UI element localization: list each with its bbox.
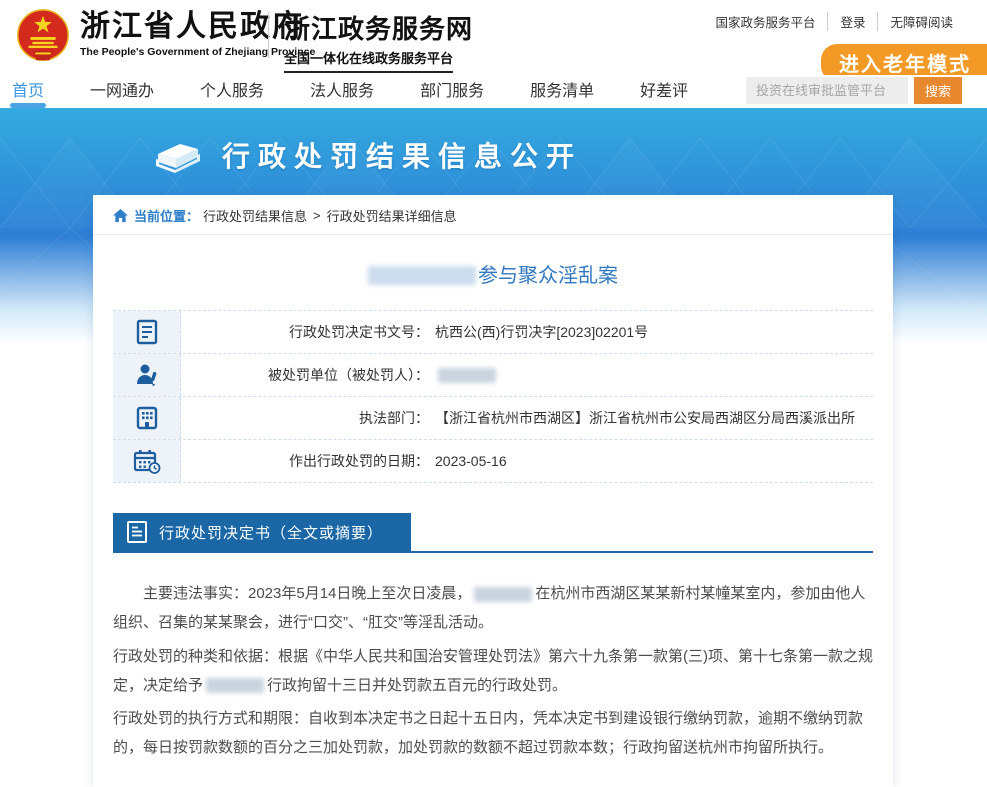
- breadcrumb-separator: >: [313, 208, 321, 223]
- nav-search: 搜索: [746, 77, 962, 104]
- header-top-links: 国家政务服务平台 登录 无障碍阅读: [703, 12, 965, 31]
- nav-item-personal[interactable]: 个人服务: [200, 77, 264, 106]
- link-login[interactable]: 登录: [827, 12, 877, 31]
- nav-item-service-list[interactable]: 服务清单: [530, 77, 594, 106]
- redacted-name: [368, 266, 476, 285]
- decision-section-header: 行政处罚决定书（全文或摘要）: [113, 513, 873, 553]
- breadcrumb: 当前位置： 行政处罚结果信息 > 行政处罚结果详细信息: [93, 195, 893, 235]
- redacted-text: [206, 678, 265, 694]
- redacted-value: [438, 367, 496, 383]
- nav-item-rating[interactable]: 好差评: [640, 77, 688, 106]
- table-row: 作出行政处罚的日期： 2023-05-16: [113, 440, 873, 483]
- portal-title-block: 浙江政务服务网 全国一体化在线政务服务平台: [284, 9, 473, 73]
- redacted-text: [474, 586, 533, 602]
- link-accessibility[interactable]: 无障碍阅读: [877, 12, 965, 31]
- field-value: 【浙江省杭州市西湖区】浙江省杭州市公安局西湖区分局西溪派出所: [435, 410, 855, 426]
- field-value: [429, 354, 499, 396]
- field-label: 行政处罚决定书文号：: [289, 324, 429, 340]
- nav-item-legal-person[interactable]: 法人服务: [310, 77, 374, 106]
- document-icon: [136, 319, 157, 345]
- search-input[interactable]: [746, 77, 908, 104]
- site-subtitle-en: The People's Government of Zhejiang Prov…: [80, 46, 316, 58]
- table-row: 被处罚单位（被处罚人）：: [113, 354, 873, 397]
- header-divider: [268, 12, 269, 58]
- field-label: 被处罚单位（被处罚人）：: [268, 367, 429, 383]
- nav-item-home[interactable]: 首页: [9, 77, 47, 108]
- home-icon: [113, 208, 128, 222]
- content-card: 当前位置： 行政处罚结果信息 > 行政处罚结果详细信息 参与聚众淫乱案 行政处罚…: [93, 195, 893, 787]
- decision-paragraph: 主要违法事实：2023年5月14日晚上至次日凌晨， 在杭州市西湖区某某新村某幢某室…: [113, 585, 866, 632]
- calendar-clock-icon: [133, 450, 160, 474]
- main-nav: 首页 一网通办 个人服务 法人服务 部门服务 服务清单 好差评 搜索: [0, 75, 987, 108]
- banner: 行政处罚结果信息公开: [150, 132, 582, 178]
- decision-paragraph: 行政处罚的种类和依据：根据《中华人民共和国治安管理处罚法》第六十九条第一款第(三…: [113, 647, 873, 694]
- portal-subtitle: 全国一体化在线政务服务平台: [284, 48, 454, 73]
- building-icon: [136, 406, 157, 430]
- decision-body: 主要违法事实：2023年5月14日晚上至次日凌晨， 在杭州市西湖区某某新村某幢某室…: [93, 553, 893, 787]
- decision-paragraph: 行政处罚的执行方式和期限：自收到本决定书之日起十五日内，凭本决定书到建设银行缴纳…: [113, 710, 864, 757]
- table-row: 执法部门： 【浙江省杭州市西湖区】浙江省杭州市公安局西湖区分局西溪派出所: [113, 397, 873, 440]
- portal-title: 浙江政务服务网: [284, 14, 474, 44]
- field-label: 执法部门：: [359, 410, 429, 426]
- government-title-block: 浙江省人民政府 The People's Government of Zheji…: [80, 10, 315, 58]
- field-label: 作出行政处罚的日期：: [289, 453, 429, 469]
- case-title: 参与聚众淫乱案: [93, 259, 893, 288]
- table-row: 行政处罚决定书文号： 杭西公(西)行罚决字[2023]02201号: [113, 311, 873, 354]
- banner-title: 行政处罚结果信息公开: [222, 141, 583, 172]
- field-value: 2023-05-16: [435, 453, 507, 469]
- document-text-icon: [127, 521, 147, 543]
- breadcrumb-prefix: 当前位置：: [134, 209, 200, 224]
- link-national-platform[interactable]: 国家政务服务平台: [703, 12, 827, 31]
- person-icon: [136, 364, 156, 387]
- nav-item-department[interactable]: 部门服务: [420, 77, 484, 106]
- section-title: 行政处罚决定书（全文或摘要）: [159, 524, 384, 542]
- search-button[interactable]: 搜索: [914, 77, 962, 104]
- book-icon: [156, 144, 200, 173]
- national-emblem-logo: [17, 9, 69, 61]
- nav-item-one-stop[interactable]: 一网通办: [90, 77, 154, 106]
- breadcrumb-level1[interactable]: 行政处罚结果信息: [203, 206, 307, 225]
- site-header: 浙江省人民政府 The People's Government of Zheji…: [0, 0, 987, 82]
- breadcrumb-level2: 行政处罚结果详细信息: [326, 209, 457, 224]
- field-value: 杭西公(西)行罚决字[2023]02201号: [435, 324, 649, 340]
- case-info-table: 行政处罚决定书文号： 杭西公(西)行罚决字[2023]02201号 被处罚单位（…: [113, 310, 873, 483]
- site-title: 浙江省人民政府: [80, 10, 304, 43]
- case-title-text: 参与聚众淫乱案: [478, 265, 618, 287]
